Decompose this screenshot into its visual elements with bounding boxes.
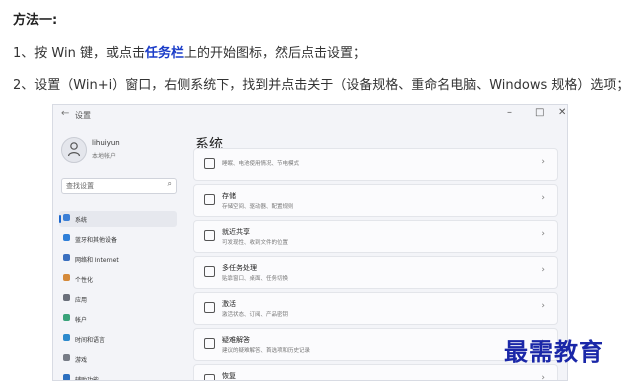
card-title: 激活 — [222, 300, 236, 308]
active-indicator — [59, 215, 61, 223]
step-1-suffix: 上的开始图标，然后点击设置； — [183, 46, 366, 61]
nav-item-icon — [63, 254, 70, 261]
chevron-right-icon: › — [541, 157, 545, 167]
sidebar-item-label: 游戏 — [75, 357, 88, 364]
settings-search-input[interactable]: 查找设置 ⌕ — [61, 178, 177, 194]
card-subtitle: 可发现性、收到文件的位置 — [222, 240, 289, 246]
settings-sidebar: lihuiyun 本地帐户 查找设置 ⌕ 系统蓝牙和其他设备 网络和 Intern… — [53, 127, 183, 380]
settings-card[interactable]: 就近共享可发现性、收到文件的位置 › — [193, 220, 558, 253]
card-title: 疑难解答 — [222, 336, 250, 344]
card-subtitle: 存储空间、驱动器、配置规则 — [222, 204, 294, 210]
storage-icon — [204, 194, 215, 205]
sidebar-item[interactable]: 应用 — [59, 291, 177, 307]
nav-item-icon — [63, 274, 70, 281]
search-placeholder: 查找设置 — [66, 182, 94, 190]
user-account-type: 本地帐户 — [92, 153, 117, 160]
chevron-right-icon: › — [541, 193, 545, 203]
step-1-prefix: 1、按 Win 键，或点击 — [13, 46, 145, 61]
sidebar-item-label: 辅助功能 — [75, 377, 100, 381]
troubleshoot-icon — [204, 338, 215, 349]
recovery-icon — [204, 374, 215, 380]
nav-item-icon — [63, 294, 70, 301]
settings-window-screenshot: ← 设置 – □ ✕ lihuiyun 本地帐户 查找设置 ⌕ 系统蓝牙和其他设… — [52, 104, 568, 381]
sidebar-item-label: 应用 — [75, 297, 88, 304]
sidebar-item-label: 个性化 — [75, 277, 94, 284]
sidebar-item[interactable]: 网络和 Internet — [59, 251, 177, 267]
close-button[interactable]: ✕ — [558, 107, 566, 118]
step-2-text: 2、设置（Win+i）窗口，右侧系统下，找到并点击关于（设备规格、重命名电脑、W… — [13, 78, 626, 93]
card-subtitle: 建议的疑难解答、首选项和历史记录 — [222, 348, 311, 354]
nav-item-icon — [63, 374, 70, 380]
sidebar-item[interactable]: 时间和语言 — [59, 331, 177, 347]
page-heading: 方法一: — [13, 13, 58, 28]
nav-item-icon — [63, 314, 70, 321]
nav-item-icon — [63, 354, 70, 361]
sidebar-item[interactable]: 系统 — [59, 211, 177, 227]
chevron-right-icon: › — [541, 301, 545, 311]
sidebar-item[interactable]: 辅助功能 — [59, 371, 177, 381]
sidebar-item[interactable]: 游戏 — [59, 351, 177, 367]
sidebar-item-label: 蓝牙和其他设备 — [75, 237, 118, 244]
settings-card[interactable]: 激活激活状态、订阅、产品密钥 › — [193, 292, 558, 325]
nav-item-icon — [63, 214, 70, 221]
activation-icon — [204, 302, 215, 313]
settings-card[interactable]: 睡眠、电池使用情况、节电模式 › — [193, 148, 558, 181]
sidebar-item-label: 时间和语言 — [75, 337, 106, 344]
card-title: 多任务处理 — [222, 264, 257, 272]
sidebar-item[interactable]: 帐户 — [59, 311, 177, 327]
watermark: 最需教育 — [504, 337, 604, 366]
multitask-icon — [204, 266, 215, 277]
avatar[interactable] — [61, 137, 87, 163]
chevron-right-icon: › — [541, 373, 545, 381]
taskbar-link[interactable]: 任务栏 — [145, 46, 184, 61]
chevron-right-icon: › — [541, 229, 545, 239]
card-title: 恢复 — [222, 372, 236, 380]
sidebar-item[interactable]: 个性化 — [59, 271, 177, 287]
nav-item-icon — [63, 234, 70, 241]
back-arrow-icon[interactable]: ← — [61, 108, 69, 119]
user-icon — [67, 142, 81, 157]
user-name: lihuiyun — [92, 139, 120, 147]
sidebar-item-label: 帐户 — [75, 317, 88, 324]
card-subtitle: 贴靠窗口、桌面、任务切换 — [222, 276, 289, 282]
sidebar-item-label: 系统 — [75, 217, 88, 224]
card-subtitle: 睡眠、电池使用情况、节电模式 — [222, 161, 300, 167]
sidebar-item-label: 网络和 Internet — [75, 257, 119, 264]
card-subtitle: 激活状态、订阅、产品密钥 — [222, 312, 289, 318]
maximize-button[interactable]: □ — [535, 107, 544, 118]
minimize-button[interactable]: – — [507, 107, 512, 118]
search-icon[interactable]: ⌕ — [168, 179, 172, 189]
window-titlebar: ← 设置 – □ ✕ — [53, 105, 567, 127]
card-title: 存储 — [222, 192, 236, 200]
settings-card[interactable]: 存储存储空间、驱动器、配置规则 › — [193, 184, 558, 217]
sidebar-item[interactable]: 蓝牙和其他设备 — [59, 231, 177, 247]
share-icon — [204, 230, 215, 241]
window-title: 设置 — [75, 111, 91, 120]
step-1-text: 1、按 Win 键，或点击任务栏上的开始图标，然后点击设置； — [13, 42, 366, 61]
chevron-right-icon: › — [541, 265, 545, 275]
nav-item-icon — [63, 334, 70, 341]
settings-card[interactable]: 多任务处理贴靠窗口、桌面、任务切换 › — [193, 256, 558, 289]
power-icon — [204, 158, 215, 169]
card-title: 就近共享 — [222, 228, 250, 236]
